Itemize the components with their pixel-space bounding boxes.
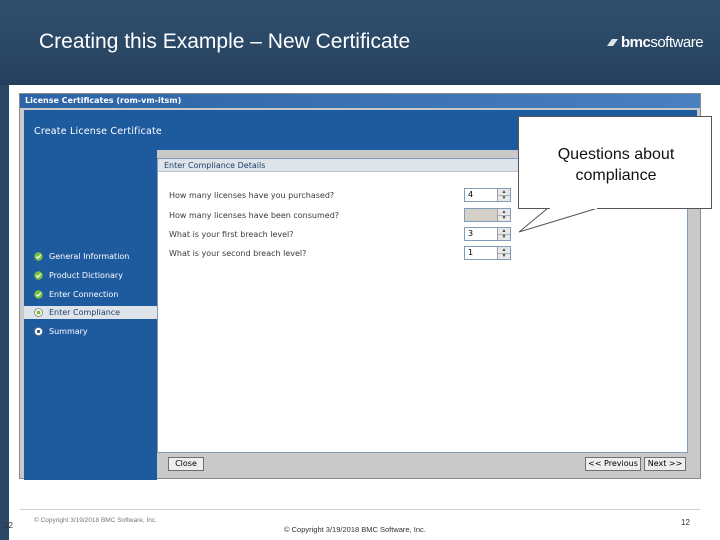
callout-text: Questions about compliance	[557, 146, 675, 184]
check-circle-icon	[34, 290, 43, 299]
first-breach-stepper[interactable]: 3 ▲ ▼	[464, 227, 511, 241]
stepper-buttons: ▲ ▼	[497, 209, 510, 221]
check-circle-icon	[34, 252, 43, 261]
previous-button[interactable]: << Previous	[585, 457, 641, 471]
side-strip	[0, 85, 9, 540]
logo-suffix: software	[650, 34, 704, 51]
first-breach-value: 3	[468, 229, 474, 238]
purchased-value: 4	[468, 190, 474, 199]
step-enter-compliance[interactable]: Enter Compliance	[24, 306, 157, 319]
stepper-buttons[interactable]: ▲ ▼	[497, 189, 510, 201]
wizard-title: Create License Certificate	[34, 126, 162, 137]
wizard-steps: General Information Product Dictionary E…	[24, 150, 157, 480]
step-label: Enter Connection	[49, 290, 119, 299]
slide-title: Creating this Example – New Certificate	[39, 30, 411, 53]
question-first-breach: What is your first breach level?	[169, 230, 294, 239]
step-label: Summary	[49, 327, 88, 336]
spin-down-icon[interactable]: ▼	[498, 234, 510, 240]
footer-divider	[20, 509, 700, 510]
check-circle-icon	[34, 271, 43, 280]
callout-box: Questions about compliance	[518, 116, 712, 209]
stepper-buttons[interactable]: ▲ ▼	[497, 247, 510, 259]
bmc-logo: bmc software	[606, 34, 704, 51]
spin-down-icon: ▼	[501, 215, 507, 221]
step-enter-connection[interactable]: Enter Connection	[24, 288, 157, 301]
radio-dot-icon	[34, 308, 43, 317]
question-consumed: How many licenses have been consumed?	[169, 211, 340, 220]
step-product-dictionary[interactable]: Product Dictionary	[24, 269, 157, 282]
footer-copyright-small: © Copyright 3/19/2018 BMC Software, Inc.	[34, 517, 157, 524]
window-title-bar: License Certificates (rom-vm-itsm)	[20, 94, 700, 108]
spin-down-icon[interactable]: ▼	[498, 253, 510, 259]
consumed-stepper: ▲ ▼	[464, 208, 511, 222]
stepper-buttons[interactable]: ▲ ▼	[497, 228, 510, 240]
radio-empty-icon	[34, 327, 43, 336]
page-number-right: 12	[681, 518, 690, 527]
close-button[interactable]: Close	[168, 457, 204, 471]
logo-prefix: bmc	[621, 34, 651, 51]
bmc-logo-mark-icon	[606, 38, 619, 47]
step-label: General Information	[49, 252, 130, 261]
spin-down-icon[interactable]: ▼	[498, 195, 510, 201]
question-purchased: How many licenses have you purchased?	[169, 191, 335, 200]
question-second-breach: What is your second breach level?	[169, 249, 307, 258]
step-summary[interactable]: Summary	[24, 325, 157, 338]
second-breach-stepper[interactable]: 1 ▲ ▼	[464, 246, 511, 260]
second-breach-value: 1	[468, 248, 474, 257]
purchased-stepper[interactable]: 4 ▲ ▼	[464, 188, 511, 202]
step-label: Product Dictionary	[49, 271, 123, 280]
page-number-left: 12	[4, 521, 13, 530]
slide-header: Creating this Example – New Certificate …	[0, 0, 720, 85]
step-general-information[interactable]: General Information	[24, 250, 157, 263]
step-label: Enter Compliance	[49, 308, 121, 317]
next-button[interactable]: Next >>	[644, 457, 686, 471]
footer-copyright: © Copyright 3/19/2018 BMC Software, Inc.	[284, 525, 426, 534]
